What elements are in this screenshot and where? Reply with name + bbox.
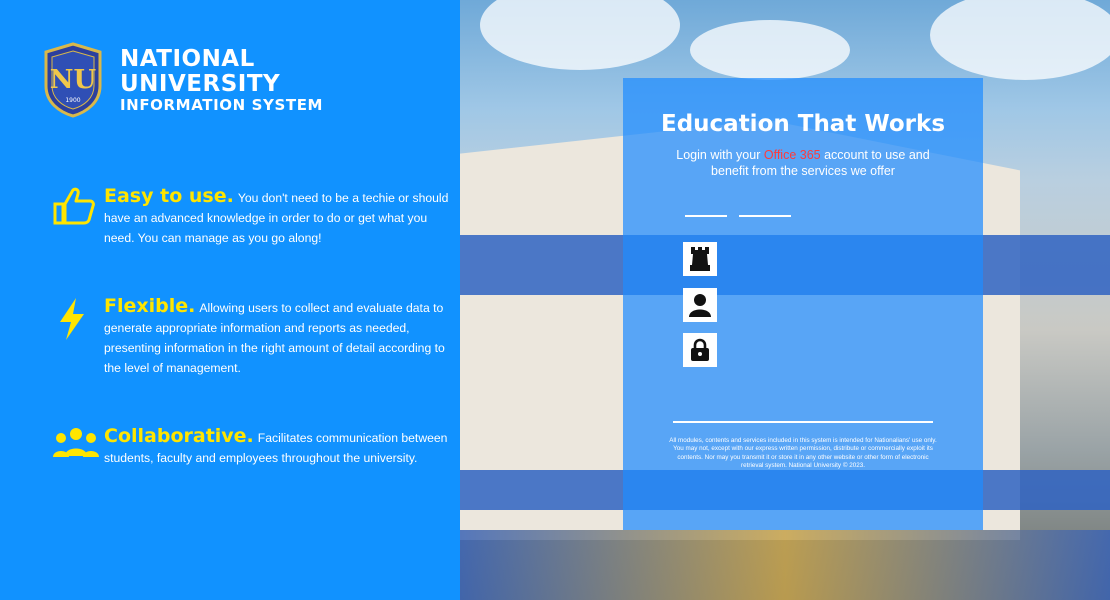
- feature-easy-to-use: Easy to use. You don't need to be a techi…: [52, 186, 452, 248]
- brand-line1: NATIONAL: [120, 46, 255, 72]
- divider: [673, 421, 933, 423]
- feature-title: Collaborative.: [104, 425, 254, 447]
- login-title: Education That Works: [660, 111, 946, 137]
- plaza: [460, 530, 1110, 600]
- disclaimer: All modules, contents and services inclu…: [669, 437, 937, 470]
- password-button[interactable]: [683, 333, 717, 367]
- feature-text: Easy to use. You don't need to be a techi…: [104, 185, 449, 245]
- svg-text:NU: NU: [50, 65, 97, 95]
- svg-text:1900: 1900: [65, 97, 80, 104]
- login-card: Education That Works Login with your Off…: [623, 78, 983, 530]
- user-icon: [689, 294, 711, 317]
- tab-2[interactable]: [739, 215, 791, 217]
- chess-rook-icon: [690, 247, 710, 271]
- university-seal-icon: NU 1900: [44, 42, 102, 118]
- cloud: [930, 0, 1110, 80]
- logo: NU 1900 NATIONAL UNIVERSITY INFORMATION …: [42, 42, 323, 118]
- login-tabs: [685, 215, 791, 217]
- brand-line2: UNIVERSITY: [120, 71, 281, 97]
- feature-collaborative: Collaborative. Facilitates communication …: [52, 426, 452, 468]
- office365-highlight: Office 365: [763, 148, 821, 162]
- feature-title: Easy to use.: [104, 185, 234, 207]
- users-icon: [53, 428, 99, 457]
- lock-icon: [691, 338, 709, 361]
- lightning-icon: [60, 298, 84, 340]
- cloud: [690, 20, 850, 80]
- tab-1[interactable]: [685, 215, 727, 217]
- brand-name: NATIONAL UNIVERSITY INFORMATION SYSTEM: [120, 48, 323, 113]
- username-button[interactable]: [683, 288, 717, 322]
- feature-text: Flexible. Allowing users to collect and e…: [104, 295, 445, 375]
- info-panel: NU 1900 NATIONAL UNIVERSITY INFORMATION …: [0, 0, 460, 600]
- feature-text: Collaborative. Facilitates communication …: [104, 425, 448, 465]
- thumbs-up-icon: [53, 187, 95, 225]
- login-subtitle: Login with your Office 365 account to us…: [676, 148, 930, 178]
- feature-title: Flexible.: [104, 295, 196, 317]
- cloud: [480, 0, 680, 70]
- feature-flexible: Flexible. Allowing users to collect and e…: [52, 296, 452, 378]
- role-select-button[interactable]: [683, 242, 717, 276]
- brand-line3: INFORMATION SYSTEM: [120, 96, 324, 114]
